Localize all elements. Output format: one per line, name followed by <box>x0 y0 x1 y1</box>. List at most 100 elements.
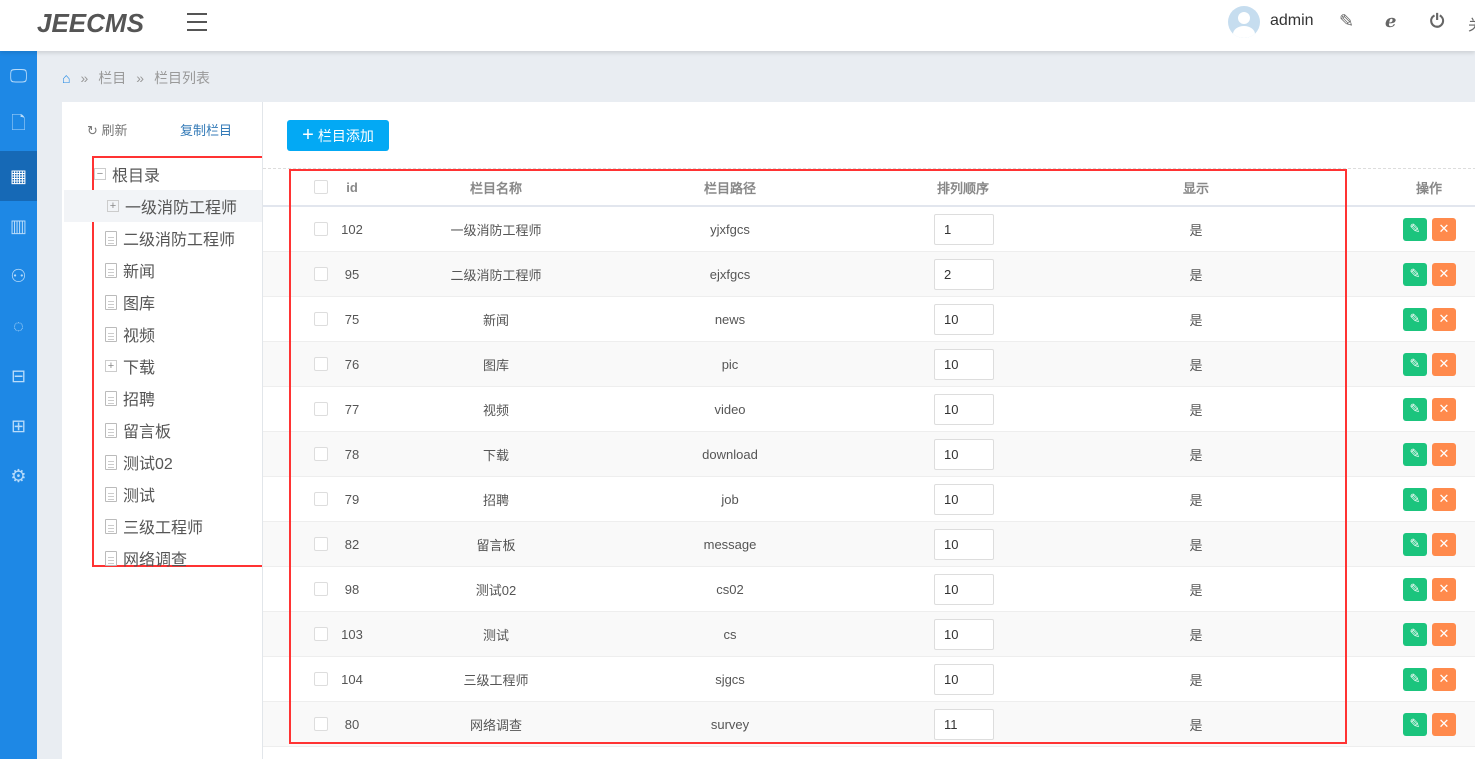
tree-label: 视频 <box>123 328 156 345</box>
delete-button[interactable]: ✕ <box>1432 532 1456 556</box>
tree-node[interactable]: 视频 <box>94 318 265 350</box>
row-checkbox[interactable] <box>314 312 328 326</box>
delete-button[interactable]: ✕ <box>1432 262 1456 286</box>
edit-button[interactable]: ✎ <box>1403 712 1427 736</box>
sidebar-item-sync[interactable]: ◌ <box>0 301 37 351</box>
edit-button[interactable]: ✎ <box>1403 442 1427 466</box>
row-checkbox[interactable] <box>314 222 328 236</box>
sidebar-item-settings[interactable]: ⚙ <box>0 451 37 501</box>
document-icon <box>105 486 117 502</box>
home-icon[interactable]: ⌂ <box>62 70 70 86</box>
gear-icon: ⚙ <box>10 465 27 486</box>
order-input[interactable] <box>934 438 994 470</box>
edit-button[interactable]: ✎ <box>1403 532 1427 556</box>
tree-node[interactable]: 留言板 <box>94 414 265 446</box>
pencil-icon: ✎ <box>1409 626 1421 641</box>
sidebar-item-user[interactable]: ⚇ <box>0 251 37 301</box>
order-input[interactable] <box>934 618 994 650</box>
row-checkbox[interactable] <box>314 537 328 551</box>
tree-node[interactable]: + 下载 <box>94 350 265 382</box>
sidebar-item-document[interactable]: 🗋 <box>0 101 37 151</box>
tree-node[interactable]: 招聘 <box>94 382 265 414</box>
order-input[interactable] <box>934 663 994 695</box>
tree-node[interactable]: + 一级消防工程师 <box>64 190 262 222</box>
select-all-checkbox[interactable] <box>314 180 328 194</box>
row-checkbox[interactable] <box>314 717 328 731</box>
avatar[interactable] <box>1228 6 1260 38</box>
row-checkbox[interactable] <box>314 357 328 371</box>
tree-node[interactable]: 测试 <box>94 478 265 510</box>
browser-icon[interactable]: e <box>1385 11 1396 32</box>
row-checkbox[interactable] <box>314 627 328 641</box>
edit-button[interactable]: ✎ <box>1403 397 1427 421</box>
menu-toggle-icon[interactable] <box>187 13 207 31</box>
tree-node[interactable]: 二级消防工程师 <box>94 222 265 254</box>
order-input[interactable] <box>934 708 994 740</box>
row-checkbox[interactable] <box>314 447 328 461</box>
row-checkbox[interactable] <box>314 582 328 596</box>
power-icon[interactable]: ⏻ <box>1430 11 1444 32</box>
order-input[interactable] <box>934 573 994 605</box>
row-checkbox[interactable] <box>314 402 328 416</box>
edit-button[interactable]: ✎ <box>1403 667 1427 691</box>
sidebar-item-chart[interactable]: ▥ <box>0 201 37 251</box>
edit-button[interactable]: ✎ <box>1403 262 1427 286</box>
tree-node[interactable]: 三级工程师 <box>94 510 265 542</box>
edit-button[interactable]: ✎ <box>1403 307 1427 331</box>
edit-button[interactable]: ✎ <box>1403 577 1427 601</box>
delete-button[interactable]: ✕ <box>1432 397 1456 421</box>
tree-root[interactable]: − 根目录 <box>94 158 265 190</box>
channel-tree: − 根目录 + 一级消防工程师 二级消防工程师新闻图库视频 + 下载招聘留言板 测试02 测试… <box>64 156 267 569</box>
sidebar-item-monitor[interactable]: 🖵 <box>0 51 37 101</box>
breadcrumb-item[interactable]: 栏目 <box>98 68 126 88</box>
cell-path: pic <box>721 356 739 372</box>
row-checkbox[interactable] <box>314 492 328 506</box>
delete-button[interactable]: ✕ <box>1432 667 1456 691</box>
order-input[interactable] <box>934 528 994 560</box>
delete-button[interactable]: ✕ <box>1432 712 1456 736</box>
order-input[interactable] <box>934 348 994 380</box>
edit-button[interactable]: ✎ <box>1403 217 1427 241</box>
delete-button[interactable]: ✕ <box>1432 217 1456 241</box>
order-input[interactable] <box>934 258 994 290</box>
delete-button[interactable]: ✕ <box>1432 352 1456 376</box>
pencil-icon: ✎ <box>1409 536 1421 551</box>
expand-icon[interactable]: + <box>105 360 117 372</box>
tree-label: 新闻 <box>123 264 156 281</box>
user-edit-icon[interactable]: ✎ <box>1339 11 1354 32</box>
tree-node[interactable]: 图库 <box>94 286 265 318</box>
edit-button[interactable]: ✎ <box>1403 352 1427 376</box>
order-input[interactable] <box>934 483 994 515</box>
order-input[interactable] <box>934 213 994 245</box>
tree-node[interactable]: 网络调查 <box>94 542 265 574</box>
table-row: 80 网络调查 survey 是 ✎ ✕ <box>263 702 1475 747</box>
tree-node[interactable]: 新闻 <box>94 254 265 286</box>
delete-button[interactable]: ✕ <box>1432 487 1456 511</box>
add-channel-button[interactable]: + 栏目添加 <box>287 120 389 151</box>
header-cut-text[interactable]: 关 <box>1468 14 1475 35</box>
delete-button[interactable]: ✕ <box>1432 577 1456 601</box>
delete-button[interactable]: ✕ <box>1432 622 1456 646</box>
copy-channel-link[interactable]: 复制栏目 <box>180 120 232 139</box>
expand-icon[interactable]: + <box>107 200 119 212</box>
delete-button[interactable]: ✕ <box>1432 307 1456 331</box>
refresh-button[interactable]: ↻ 刷新 <box>87 120 128 139</box>
row-checkbox[interactable] <box>314 267 328 281</box>
row-checkbox[interactable] <box>314 672 328 686</box>
sidebar-item-apps[interactable]: ⊞ <box>0 401 37 451</box>
cell-display: 是 <box>1189 492 1203 508</box>
sidebar-item-grid[interactable]: ▦ <box>0 151 37 201</box>
tree-node[interactable]: 测试02 <box>94 446 265 478</box>
edit-button[interactable]: ✎ <box>1403 487 1427 511</box>
delete-button[interactable]: ✕ <box>1432 442 1456 466</box>
order-input[interactable] <box>934 393 994 425</box>
collapse-icon[interactable]: − <box>94 168 106 180</box>
tree-label: 招聘 <box>123 392 156 409</box>
order-input[interactable] <box>934 303 994 335</box>
username[interactable]: admin <box>1270 12 1314 30</box>
document-icon <box>105 230 117 246</box>
sidebar-item-box[interactable]: ⊟ <box>0 351 37 401</box>
cell-name: 图库 <box>482 357 510 373</box>
cell-id: 103 <box>341 626 363 642</box>
edit-button[interactable]: ✎ <box>1403 622 1427 646</box>
